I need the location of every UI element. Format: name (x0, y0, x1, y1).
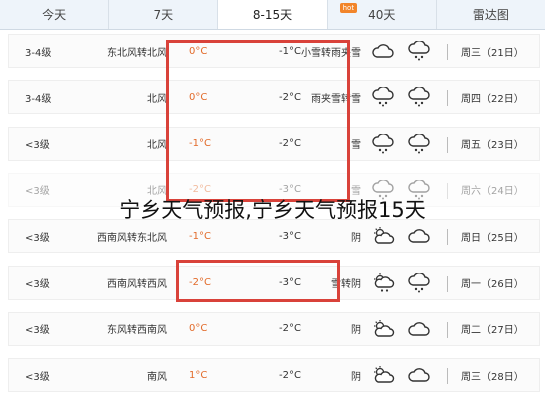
weather-icons (371, 128, 431, 160)
wind-direction: 北风 (147, 93, 167, 105)
tab-7-days[interactable]: 7天 (109, 0, 219, 29)
forecast-row: <3级 南风 1°C -2°C 阴 周三（28日） (8, 358, 540, 393)
cloud-outline-icon (407, 227, 431, 245)
wind-direction: 西南风转西风 (107, 279, 167, 290)
hot-badge: hot (339, 3, 358, 13)
temp-low: -3°C (279, 277, 301, 288)
divider (447, 90, 448, 107)
temperature-range: 0°C -1°C (189, 35, 301, 67)
temp-high: 1°C (189, 369, 208, 381)
temperature-range: -2°C -3°C (189, 267, 301, 299)
snow-cloud-icon (407, 272, 431, 293)
temp-high: -1°C (189, 230, 211, 242)
weather-icons (371, 220, 431, 252)
tab-8-15-days[interactable]: 8-15天 (218, 0, 328, 29)
divider (447, 368, 448, 385)
temperature-range: -1°C -2°C (189, 128, 301, 160)
tab-today[interactable]: 今天 (0, 0, 110, 29)
divider (447, 136, 448, 153)
weather-condition: 阴 (351, 325, 361, 337)
weather-condition: 阴 (351, 232, 361, 244)
temp-low: -3°C (279, 230, 301, 242)
cloud-outline-icon (407, 366, 431, 384)
partly-cloudy-icon (371, 227, 395, 245)
wind-direction: 北风 (147, 140, 167, 152)
tab-bar: 今天 7天 8-15天 hot 40天 雷达图 (0, 0, 545, 30)
tab-radar[interactable]: 雷达图 (437, 0, 545, 29)
temp-low: -2°C (279, 323, 301, 335)
temp-low: -1°C (279, 45, 301, 57)
day-date: 周三（21日） (461, 47, 524, 59)
day-date: 周四（22日） (461, 93, 524, 105)
temp-low: -2°C (279, 138, 301, 150)
wind-level: 3-4级 (25, 47, 52, 59)
divider (447, 321, 448, 338)
weather-condition: 小雪转雨夹雪 (301, 47, 361, 59)
day-date: 周三（28日） (461, 371, 524, 383)
tab-today-label: 今天 (42, 8, 67, 22)
temp-high: 0°C (189, 91, 208, 103)
weather-icons (371, 359, 431, 391)
wind-level: <3级 (25, 140, 50, 152)
snow-cloud-icon (407, 133, 431, 154)
tab-radar-label: 雷达图 (472, 8, 509, 22)
tab-40-days[interactable]: hot 40天 (328, 0, 437, 29)
cloud-outline-icon (407, 320, 431, 338)
wind-direction: 东风转西南风 (107, 325, 167, 337)
snow-cloud-icon (407, 87, 431, 107)
forecast-row: <3级 东风转西南风 0°C -2°C 阴 周二（27日） (8, 311, 540, 346)
tab-8-15-days-label: 8-15天 (252, 8, 293, 22)
divider (447, 229, 448, 246)
cloud-outline-icon (371, 42, 395, 60)
wind-level: 3-4级 (25, 93, 52, 105)
snow-cloud-icon (371, 87, 395, 107)
weather-condition: 雪 (351, 140, 361, 152)
weather-icons (371, 313, 431, 345)
temp-high: 0°C (189, 45, 208, 57)
divider (447, 275, 448, 292)
temp-high: -1°C (189, 138, 211, 150)
temp-high: -2°C (189, 277, 211, 288)
snow-cloud-icon (407, 41, 431, 61)
temp-low: -2°C (279, 369, 301, 381)
weather-icons (371, 35, 431, 67)
day-date: 周日（25日） (461, 232, 524, 244)
tab-7-days-label: 7天 (153, 8, 174, 22)
weather-icons (371, 81, 431, 113)
wind-level: <3级 (25, 371, 50, 383)
divider (447, 44, 448, 60)
wind-level: <3级 (25, 279, 50, 290)
forecast-row: <3级 北风 -1°C -2°C 雪 周五（23日） (8, 126, 540, 161)
partly-cloudy-icon (371, 366, 395, 384)
wind-direction: 西南风转东北风 (97, 232, 167, 244)
temperature-range: 0°C -2°C (189, 313, 301, 345)
day-date: 周五（23日） (461, 140, 524, 152)
wind-level: <3级 (25, 232, 50, 244)
forecast-row: 3-4级 东北风转北风 0°C -1°C 小雪转雨夹雪 周三（21日） (8, 34, 540, 68)
partly-cloudy-icon (371, 319, 395, 338)
forecast-row: <3级 西南风转东北风 -1°C -3°C 阴 周日（25日） (8, 219, 540, 254)
temp-low: -2°C (279, 91, 301, 103)
day-date: 周一（26日） (461, 279, 524, 290)
snow-sun-icon (371, 272, 395, 293)
tab-40-days-label: 40天 (368, 8, 396, 22)
forecast-row: <3级 西南风转西风 -2°C -3°C 雪转阴 周一（26日） (8, 265, 540, 300)
weather-condition: 雨夹雪转雪 (311, 93, 361, 105)
wind-direction: 南风 (147, 371, 167, 383)
wind-direction: 东北风转北风 (107, 47, 167, 59)
temp-high: 0°C (189, 323, 208, 335)
weather-condition: 阴 (351, 371, 361, 383)
weather-condition: 雪转阴 (331, 279, 361, 290)
temperature-range: 0°C -2°C (189, 81, 301, 113)
weather-icons (371, 267, 431, 299)
temperature-range: 1°C -2°C (189, 359, 301, 391)
watermark-text: 宁乡天气预报,宁乡天气预报15天 (119, 198, 426, 222)
day-date: 周二（27日） (461, 325, 524, 337)
temperature-range: -1°C -3°C (189, 220, 301, 252)
wind-level: <3级 (25, 325, 50, 337)
forecast-row: 3-4级 北风 0°C -2°C 雨夹雪转雪 周四（22日） (8, 80, 540, 115)
snow-cloud-icon (371, 133, 395, 154)
